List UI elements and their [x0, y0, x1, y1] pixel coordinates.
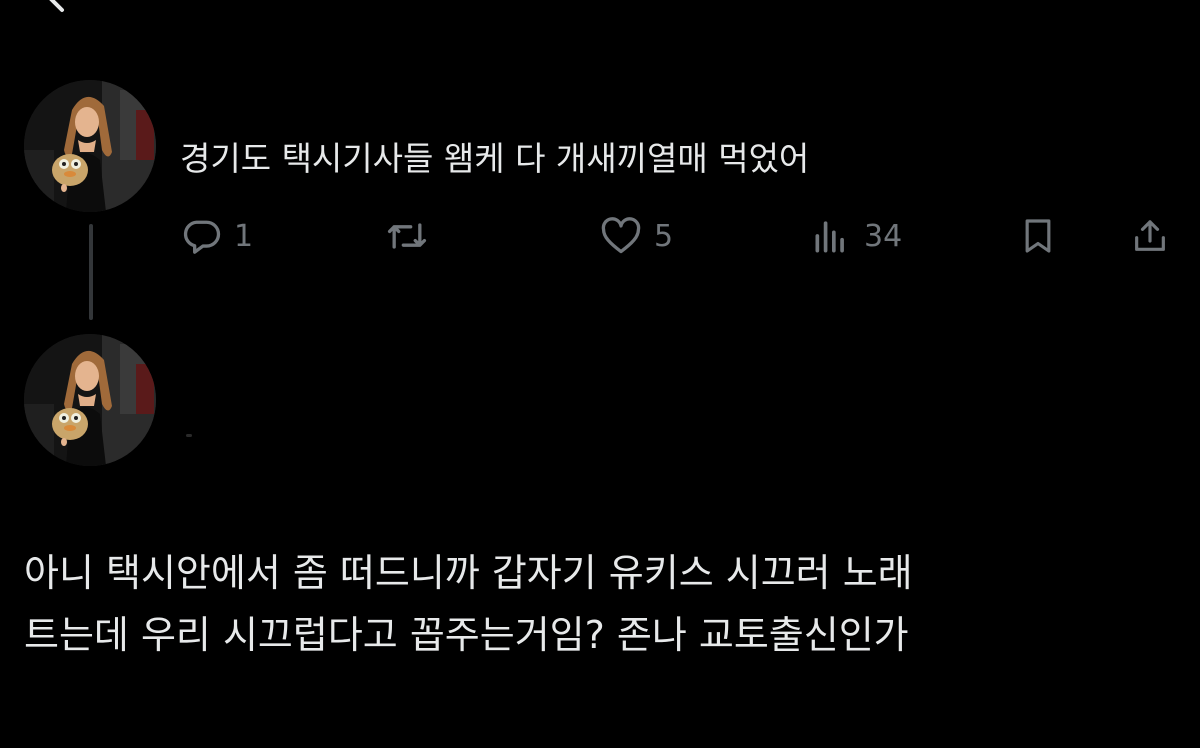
bookmark-button[interactable] [1018, 210, 1058, 262]
share-button[interactable] [1130, 210, 1170, 262]
reply-text-line: 트는데 우리 시끄럽다고 꼽주는거임? 존나 교토출신인가 [24, 613, 909, 657]
reply-text-line: 아니 택시안에서 좀 떠드니까 갑자기 유키스 시끄러 노래 [24, 551, 913, 595]
tweet-action-bar: 1 5 34 [180, 210, 1180, 262]
reply-count: 1 [234, 218, 254, 254]
heart-icon [601, 217, 641, 254]
views-icon [815, 221, 844, 253]
user-avatar-photo [24, 334, 156, 466]
user-avatar-photo [24, 80, 156, 212]
retweet-icon [387, 223, 427, 249]
like-count: 5 [654, 218, 674, 254]
reply-button[interactable]: 1 [180, 210, 253, 262]
like-button[interactable]: 5 [598, 210, 673, 262]
reply-icon [183, 220, 221, 254]
thread-connector-line [89, 224, 93, 320]
back-button[interactable] [40, 0, 100, 18]
divider-mark [186, 434, 192, 437]
reply-tweet-text: 아니 택시안에서 좀 떠드니까 갑자기 유키스 시끄러 노래 트는데 우리 시끄… [24, 542, 1164, 666]
avatar[interactable] [24, 80, 156, 212]
share-icon [1135, 220, 1165, 251]
views-count: 34 [864, 218, 903, 254]
avatar[interactable] [24, 334, 156, 466]
views-button[interactable]: 34 [810, 210, 902, 262]
retweet-button[interactable] [384, 210, 440, 262]
parent-tweet-text: 경기도 택시기사들 왬케 다 개새끼열매 먹었어 [180, 139, 810, 178]
bookmark-icon [1025, 219, 1051, 253]
arrow-left-icon [49, 0, 64, 12]
